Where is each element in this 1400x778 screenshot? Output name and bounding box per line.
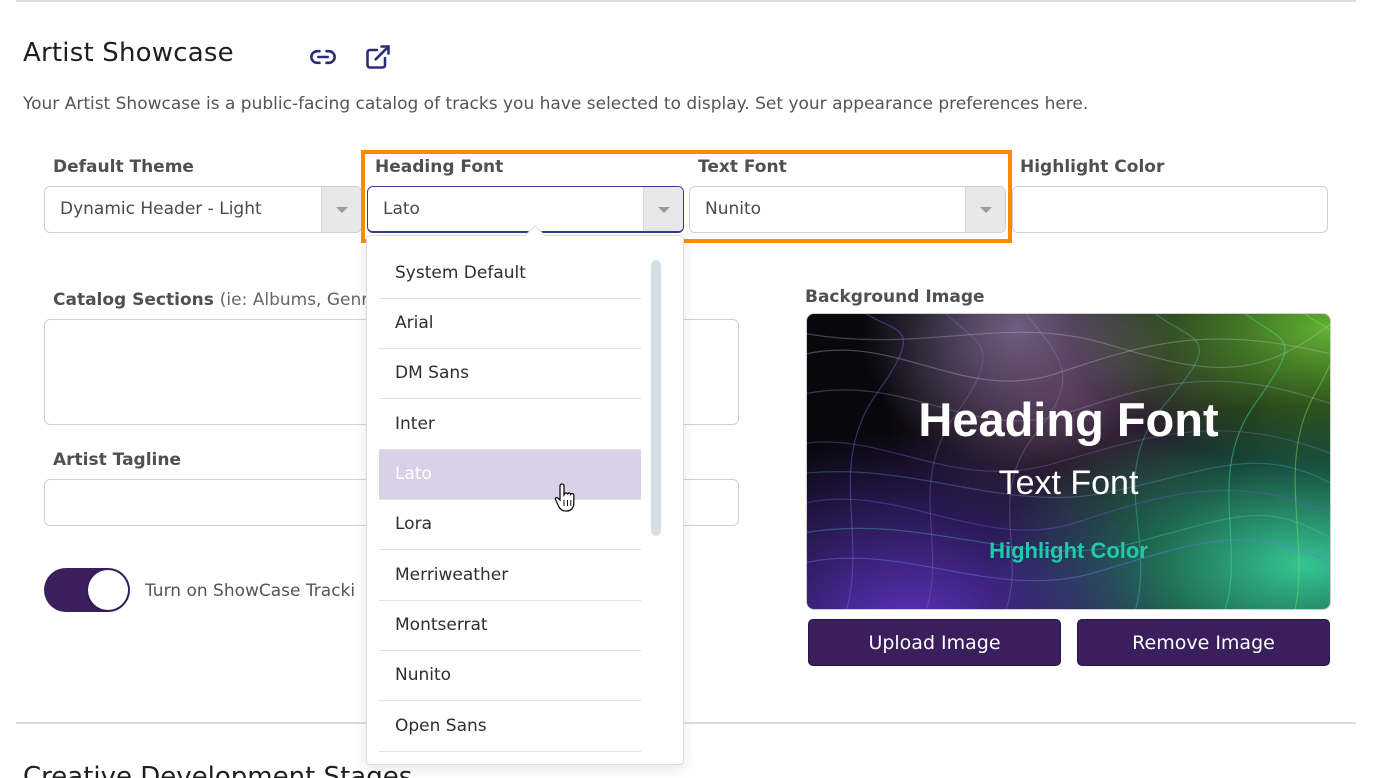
dropdown-option[interactable]: Nunito	[379, 651, 641, 701]
dropdown-option[interactable]: Montserrat	[379, 601, 641, 651]
bottom-divider	[16, 722, 1356, 724]
option-label: System Default	[395, 263, 526, 283]
option-label: Merriweather	[395, 565, 509, 585]
toggle-knob	[88, 570, 128, 610]
showcase-tracking-toggle[interactable]	[44, 568, 130, 612]
upload-image-button[interactable]: Upload Image	[808, 619, 1061, 666]
remove-image-button[interactable]: Remove Image	[1077, 619, 1330, 666]
artist-tagline-label: Artist Tagline	[53, 450, 181, 470]
preview-body-text: Text Font	[998, 464, 1139, 502]
option-label: DM Sans	[395, 363, 470, 383]
preview-highlight-text: Highlight Color	[989, 538, 1148, 563]
option-label: Nunito	[395, 665, 452, 685]
link-icon[interactable]	[308, 42, 338, 72]
showcase-tracking-label: Turn on ShowCase Tracki	[145, 581, 356, 601]
external-link-icon[interactable]	[363, 42, 393, 72]
option-label: Inter	[395, 414, 435, 434]
next-section-title: Creative Development Stages	[23, 762, 413, 778]
catalog-sections-hint: (ie: Albums, Genre	[219, 290, 379, 310]
dropdown-option-selected[interactable]: Lato	[379, 450, 641, 500]
option-label: Arial	[395, 313, 434, 333]
catalog-sections-label-text: Catalog Sections	[53, 290, 214, 310]
background-image-label: Background Image	[805, 287, 985, 307]
preview-heading-text: Heading Font	[918, 393, 1219, 446]
catalog-sections-label: Catalog Sections (ie: Albums, Genre	[53, 290, 378, 310]
chevron-down-icon[interactable]	[965, 187, 1005, 232]
chevron-down-icon[interactable]	[643, 187, 683, 231]
flowing-lines-artwork	[807, 314, 1330, 609]
default-theme-label: Default Theme	[53, 157, 194, 177]
dropdown-option[interactable]: Lora	[379, 500, 641, 550]
text-font-select[interactable]: Nunito	[689, 186, 1006, 233]
heading-font-value: Lato	[383, 199, 420, 219]
option-label: Lato	[395, 464, 432, 484]
dropdown-option[interactable]: Arial	[379, 299, 641, 349]
highlight-color-label: Highlight Color	[1020, 157, 1165, 177]
dropdown-option[interactable]: Inter	[379, 400, 641, 450]
heading-font-dropdown[interactable]: System Default Arial DM Sans Inter Lato …	[366, 235, 684, 765]
top-divider	[16, 0, 1356, 2]
section-description: Your Artist Showcase is a public-facing …	[23, 94, 1089, 114]
page-title: Artist Showcase	[23, 38, 234, 68]
dropdown-option[interactable]: DM Sans	[379, 349, 641, 399]
background-image-preview: Heading Font Text Font Highlight Color	[806, 313, 1331, 610]
dropdown-option[interactable]: System Default	[379, 249, 641, 299]
highlight-color-input[interactable]	[1012, 186, 1328, 233]
text-font-value: Nunito	[705, 199, 762, 219]
dropdown-option[interactable]: Open Sans	[379, 702, 641, 752]
default-theme-select[interactable]: Dynamic Header - Light	[44, 186, 362, 233]
option-label: Open Sans	[395, 716, 487, 736]
default-theme-value: Dynamic Header - Light	[60, 199, 262, 219]
dropdown-scrollbar[interactable]	[651, 260, 661, 536]
dropdown-option[interactable]: Merriweather	[379, 551, 641, 601]
option-label: Lora	[395, 514, 432, 534]
chevron-down-icon[interactable]	[321, 187, 361, 232]
heading-font-select[interactable]: Lato	[367, 186, 684, 233]
text-font-label: Text Font	[698, 157, 787, 177]
heading-font-label: Heading Font	[375, 157, 504, 177]
option-label: Montserrat	[395, 615, 488, 635]
